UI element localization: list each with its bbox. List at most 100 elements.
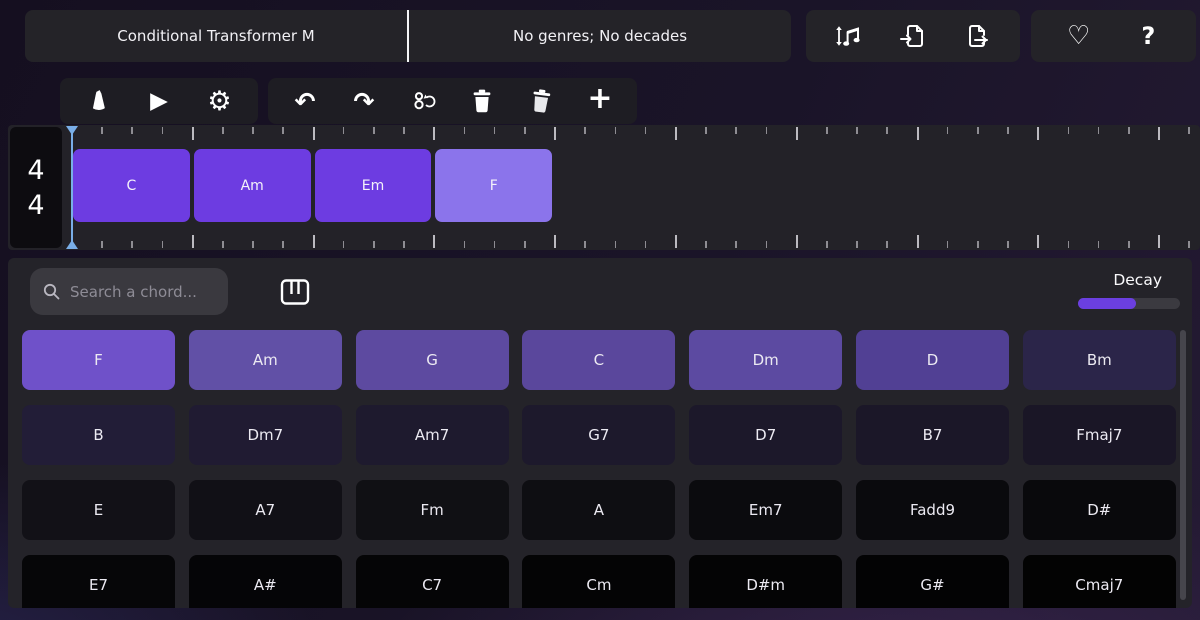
chord-button[interactable]: A# — [188, 555, 342, 608]
chord-button[interactable]: G — [355, 330, 509, 390]
chord-button[interactable]: Em7 — [689, 480, 843, 540]
chord-button[interactable]: D# — [1022, 480, 1176, 540]
settings-button[interactable]: ⚙ — [198, 81, 242, 121]
delete-all-button[interactable] — [519, 81, 563, 121]
edit-toolbar: ↶ ↷ + — [268, 78, 637, 124]
ruler-tick — [373, 127, 375, 134]
chord-button[interactable]: Bm — [1022, 330, 1176, 390]
piano-toggle-button[interactable] — [278, 276, 312, 308]
ruler-tick — [252, 127, 254, 134]
ruler-tick — [735, 241, 737, 248]
gear-icon: ⚙ — [207, 85, 232, 117]
regenerate-button[interactable] — [401, 81, 445, 121]
time-signature[interactable]: 4 4 — [10, 127, 62, 248]
chord-button[interactable]: A7 — [188, 480, 342, 540]
ruler-tick — [1097, 241, 1100, 248]
timeline-chord-block[interactable]: C — [73, 149, 190, 222]
meta-actions-group: ♡ ? — [1031, 10, 1196, 62]
chord-button[interactable]: B7 — [856, 405, 1009, 465]
chord-button[interactable]: F — [22, 330, 175, 390]
ruler-tick — [856, 241, 858, 248]
ruler-tick — [1188, 127, 1190, 134]
play-button[interactable]: ▶ — [137, 81, 181, 121]
playhead[interactable] — [66, 125, 78, 250]
ruler-tick — [282, 127, 284, 134]
chord-button[interactable]: Fmaj7 — [1022, 405, 1176, 465]
undo-button[interactable]: ↶ — [283, 81, 327, 121]
chord-button[interactable]: D7 — [689, 405, 843, 465]
ruler-tick — [614, 127, 617, 134]
chord-button[interactable]: Cmaj7 — [1022, 555, 1176, 608]
chord-button[interactable]: Cm — [522, 555, 676, 608]
ruler-tick — [131, 127, 133, 134]
ruler-tick — [101, 127, 103, 134]
ruler-tick — [222, 241, 224, 248]
chord-button[interactable]: B — [22, 405, 175, 465]
ruler-tick — [977, 127, 979, 134]
metronome-button[interactable] — [77, 81, 121, 121]
timeline[interactable]: C Am Em F 4 4 — [8, 125, 1200, 250]
ruler-tick — [644, 127, 647, 134]
chord-button[interactable]: A — [522, 480, 676, 540]
ruler-tick — [916, 235, 919, 248]
chord-button[interactable]: E7 — [22, 555, 175, 608]
import-button[interactable] — [891, 14, 935, 58]
ruler-tick — [584, 127, 586, 134]
chord-button[interactable]: G# — [856, 555, 1009, 608]
ruler-tick — [1128, 127, 1130, 134]
add-chord-button[interactable]: + — [578, 81, 622, 121]
chord-button[interactable]: Dm7 — [188, 405, 342, 465]
decay-slider[interactable] — [1078, 298, 1180, 309]
ruler-tick — [554, 127, 557, 140]
timeline-ruler-top — [8, 125, 1200, 147]
question-mark-icon: ? — [1141, 22, 1156, 50]
chord-button[interactable]: G7 — [522, 405, 676, 465]
chord-button[interactable]: Am — [188, 330, 342, 390]
chord-button[interactable]: E — [22, 480, 175, 540]
ruler-tick — [101, 241, 103, 248]
timeline-chord-block[interactable]: F — [435, 149, 553, 222]
ruler-tick — [463, 241, 466, 248]
search-icon — [42, 282, 61, 301]
trash-filled-icon — [529, 88, 553, 114]
ruler-tick — [1037, 127, 1040, 140]
ruler-tick — [1158, 127, 1161, 140]
timeline-chord-block[interactable]: Em — [314, 149, 432, 222]
ruler-tick — [493, 127, 496, 134]
redo-button[interactable]: ↷ — [342, 81, 386, 121]
ruler-tick — [493, 241, 496, 248]
transpose-icon — [834, 23, 864, 49]
chord-button[interactable]: Fm — [355, 480, 509, 540]
chord-grid-scrollbar[interactable] — [1180, 330, 1186, 600]
chord-button[interactable]: C — [522, 330, 676, 390]
chord-button[interactable]: Dm — [689, 330, 843, 390]
decay-control: Decay — [1068, 271, 1180, 309]
ruler-tick — [614, 241, 617, 248]
time-signature-denominator: 4 — [27, 189, 45, 221]
ruler-tick — [161, 241, 164, 248]
genre-decade-selector[interactable]: No genres; No decades — [409, 10, 791, 62]
ruler-tick — [373, 241, 375, 248]
chord-search[interactable] — [30, 268, 228, 315]
chord-button[interactable]: D#m — [689, 555, 843, 608]
chord-search-input[interactable] — [70, 282, 210, 301]
timeline-chord-block[interactable]: Am — [193, 149, 311, 222]
ruler-tick — [1097, 127, 1100, 134]
favorite-button[interactable]: ♡ — [1057, 14, 1101, 58]
transpose-button[interactable] — [827, 14, 871, 58]
chord-button[interactable]: Fadd9 — [856, 480, 1009, 540]
import-file-icon — [899, 22, 927, 50]
chord-button[interactable]: D — [856, 330, 1009, 390]
delete-button[interactable] — [460, 81, 504, 121]
ruler-tick — [916, 127, 919, 140]
ruler-tick — [644, 241, 647, 248]
ruler-tick — [856, 127, 858, 134]
ruler-tick — [222, 127, 224, 134]
piano-keys-icon — [279, 277, 311, 307]
help-button[interactable]: ? — [1126, 14, 1170, 58]
chord-button[interactable]: Am7 — [355, 405, 509, 465]
chord-button[interactable]: C7 — [355, 555, 509, 608]
ruler-tick — [886, 127, 888, 134]
model-selector[interactable]: Conditional Transformer M — [25, 10, 407, 62]
export-button[interactable] — [956, 14, 1000, 58]
